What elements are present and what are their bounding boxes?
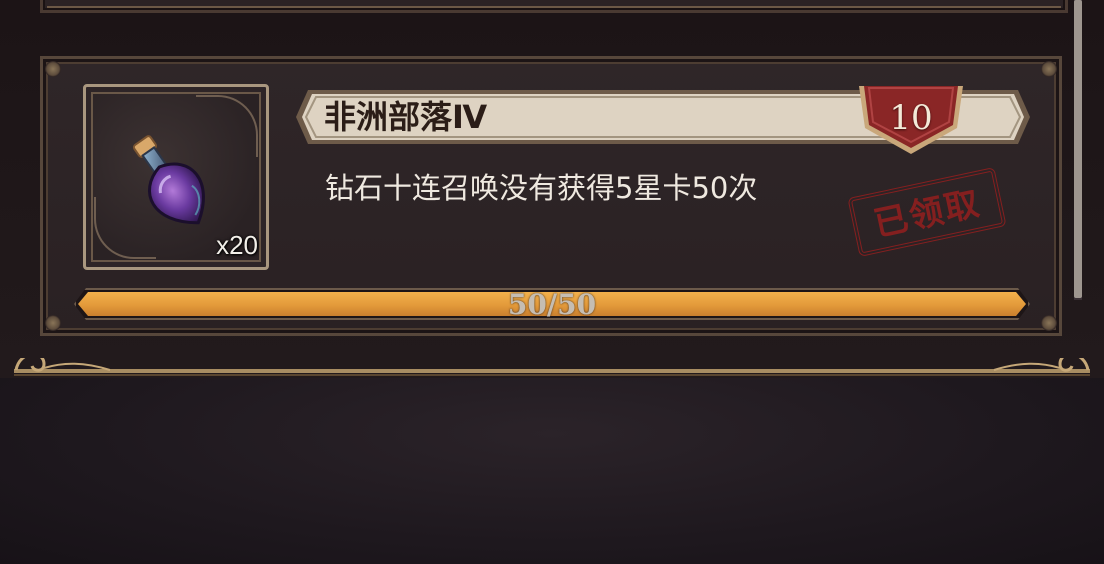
- scrollbar-thumb[interactable]: [1074, 0, 1082, 298]
- background-floor: [0, 378, 1104, 564]
- corner-rivet-icon: [45, 61, 61, 77]
- corner-rivet-icon: [45, 315, 61, 331]
- task-description: 钻石十连召唤没有获得5星卡50次: [325, 171, 758, 205]
- card-trim: [47, 6, 1061, 8]
- corner-rivet-icon: [1041, 61, 1057, 77]
- panel-bottom-ornament: [14, 358, 1090, 376]
- level-badge-number: 10: [889, 98, 933, 138]
- task-title: 非洲部落Ⅳ: [324, 98, 488, 136]
- progress-label: 50/50: [507, 288, 597, 321]
- purple-potion-icon: [132, 135, 205, 225]
- reward-item-slot[interactable]: x20: [83, 84, 269, 270]
- reward-quantity: x20: [216, 230, 258, 260]
- corner-rivet-icon: [1041, 315, 1057, 331]
- previous-task-card: [40, 0, 1068, 13]
